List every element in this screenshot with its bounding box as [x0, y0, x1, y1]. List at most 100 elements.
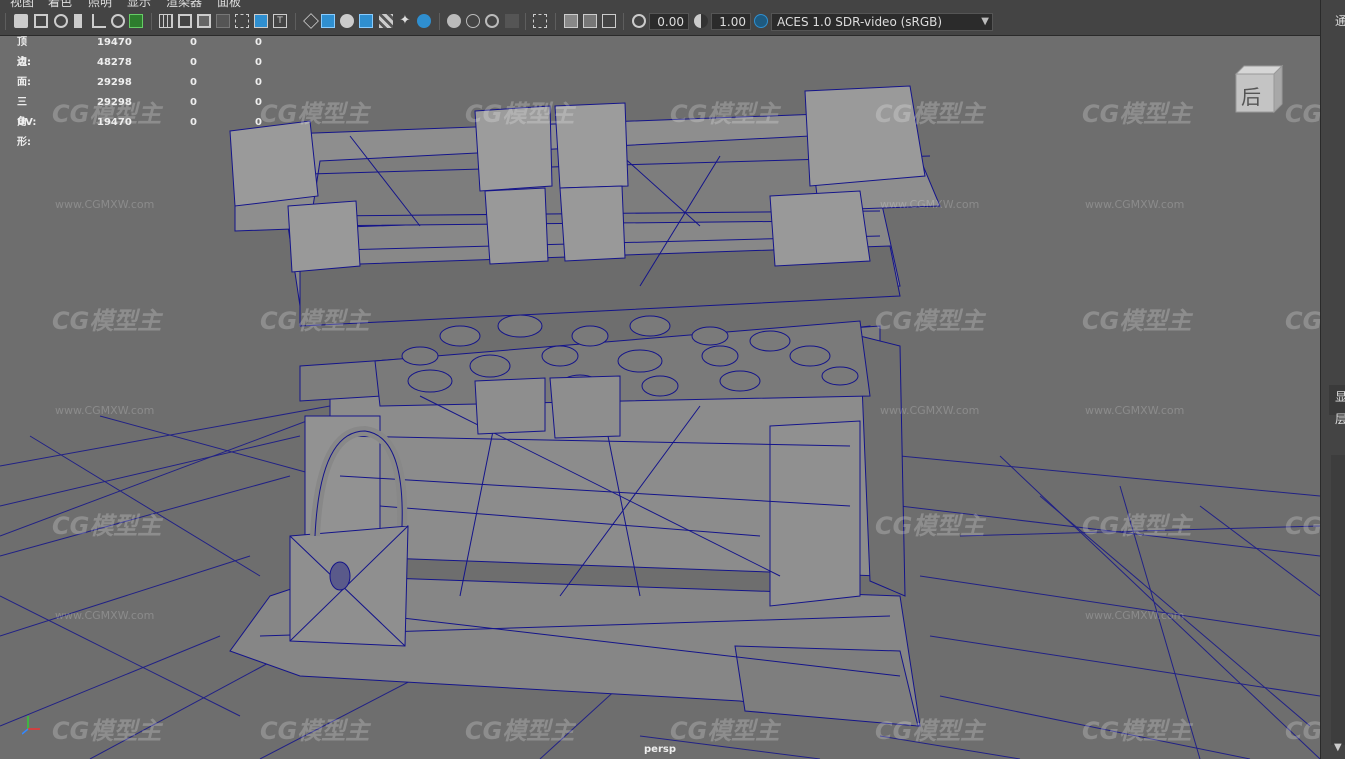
hud-value: 0 [255, 57, 262, 68]
dock-label[interactable]: 层 [1335, 410, 1345, 427]
safe-action-icon[interactable] [254, 14, 268, 28]
camera-attributes-icon[interactable] [34, 14, 48, 28]
screen-space-ao-icon[interactable] [447, 14, 461, 28]
xray-joints-icon[interactable] [602, 14, 616, 28]
watermark-logo: CG模型主 [670, 100, 780, 128]
watermark-logo: CG模型主 [1285, 307, 1320, 335]
view-cube[interactable]: 后 [1230, 64, 1284, 118]
safe-title-icon[interactable]: T [273, 14, 287, 28]
film-gate-icon[interactable] [178, 14, 192, 28]
textured-icon[interactable] [379, 14, 393, 28]
menu-shading[interactable]: 着色 [48, 0, 72, 8]
hud-value: 29298 [97, 97, 132, 108]
hud-value: 19470 [97, 37, 132, 48]
color-space-dropdown[interactable]: ACES 1.0 SDR-video (sRGB) ▼ [771, 13, 993, 31]
watermark-logo: CG模型主 [260, 717, 370, 745]
hud-label: 面: [17, 77, 31, 88]
separator [623, 13, 624, 30]
gamma-icon[interactable] [694, 14, 708, 28]
separator [555, 13, 556, 30]
xray-active-icon[interactable] [583, 14, 597, 28]
watermark-url: www.CGMXW.com [1085, 404, 1185, 417]
watermark-logo: CG模型主 [1285, 100, 1320, 128]
watermark-logo: CG模型主 [875, 100, 985, 128]
hud-label: 边: [17, 57, 31, 68]
menu-show[interactable]: 显示 [127, 0, 151, 8]
hud-label: UV: [17, 117, 37, 128]
watermark-logo: CG模型主 [1082, 717, 1192, 745]
resolution-gate-icon[interactable] [197, 14, 211, 28]
exposure-field[interactable]: 0.00 [649, 13, 689, 30]
axis-gizmo-icon [22, 716, 40, 735]
watermark-logo: CG模型主 [1082, 512, 1192, 540]
menu-lighting[interactable]: 照明 [88, 0, 112, 8]
menu-panels[interactable]: 面板 [217, 0, 241, 8]
hud-value: 0 [190, 77, 197, 88]
grease-pencil-icon[interactable] [129, 14, 143, 28]
watermark-logo: CG模型主 [875, 512, 985, 540]
separator [295, 13, 296, 30]
image-plane-icon[interactable] [92, 14, 106, 28]
persp-viewport[interactable]: CG模型主 CG模型主 CG模型主 CG模型主 CG模型主 CG模型主 CG模型… [0, 36, 1320, 759]
watermark-logo: CG模型主 [52, 717, 162, 745]
vertical-scrollbar[interactable] [1331, 455, 1345, 745]
separator [439, 13, 440, 30]
two-d-pan-icon[interactable] [111, 14, 125, 28]
gamma-field[interactable]: 1.00 [711, 13, 751, 30]
watermark-logo: CG模型主 [1285, 512, 1320, 540]
watermark-url: www.CGMXW.com [880, 404, 980, 417]
wireframe-icon[interactable] [303, 13, 319, 29]
menu-renderer[interactable]: 渲染器 [166, 0, 202, 8]
smooth-shade-icon[interactable] [321, 14, 335, 28]
watermark-logo: CG模型主 [465, 717, 575, 745]
view-transform-icon[interactable] [754, 14, 768, 28]
camera-select-icon[interactable] [14, 14, 28, 28]
hud-value: 0 [190, 57, 197, 68]
dock-label[interactable]: 通 [1335, 12, 1345, 29]
watermark-logo: CG模型主 [1082, 100, 1192, 128]
depth-of-field-icon[interactable] [505, 14, 519, 28]
wireframe-on-shaded-icon[interactable] [359, 14, 373, 28]
menu-view[interactable]: 视图 [10, 0, 34, 8]
watermark-url: www.CGMXW.com [1085, 609, 1185, 622]
watermark-logo: CG模型主 [1285, 717, 1320, 745]
camera-name-label: persp [644, 744, 676, 755]
separator [151, 13, 152, 30]
gate-mask-icon[interactable] [216, 14, 230, 28]
hud-value: 0 [255, 97, 262, 108]
chevron-down-icon: ▼ [981, 16, 989, 27]
lights-icon[interactable]: ✦ [398, 14, 412, 28]
multisample-aa-icon[interactable] [485, 14, 499, 28]
separator [5, 13, 6, 30]
watermark-logo: CG模型主 [52, 512, 162, 540]
view-cube-face-label: 后 [1241, 85, 1261, 109]
field-chart-icon[interactable] [235, 14, 249, 28]
grid-icon[interactable] [159, 14, 173, 28]
default-material-icon[interactable] [340, 14, 354, 28]
watermark-logo: CG模型主 [465, 100, 575, 128]
watermark-url: www.CGMXW.com [55, 404, 155, 417]
hud-value: 29298 [97, 77, 132, 88]
xray-icon[interactable] [564, 14, 578, 28]
watermark-url: www.CGMXW.com [880, 198, 980, 211]
menu-bar: 视图 着色 照明 显示 渲染器 面板 [0, 0, 1320, 8]
watermark-logo: CG模型主 [875, 307, 985, 335]
exposure-icon[interactable] [632, 14, 646, 28]
scroll-down-icon[interactable]: ▼ [1334, 742, 1342, 753]
hud-value: 0 [255, 77, 262, 88]
hud-value: 0 [255, 117, 262, 128]
shadows-icon[interactable] [417, 14, 431, 28]
hud-value: 0 [255, 37, 262, 48]
bookmarks-icon[interactable] [54, 14, 68, 28]
hud-value: 0 [190, 117, 197, 128]
hud-value: 0 [190, 97, 197, 108]
hud-value: 19470 [97, 117, 132, 128]
bookmark-icon[interactable] [74, 14, 82, 28]
watermark-url: www.CGMXW.com [55, 198, 155, 211]
watermark-logo: CG模型主 [875, 717, 985, 745]
separator [525, 13, 526, 30]
dock-label[interactable]: 显 [1335, 388, 1345, 405]
motion-blur-icon[interactable] [466, 14, 480, 28]
watermark-url: www.CGMXW.com [55, 609, 155, 622]
isolate-select-icon[interactable] [533, 14, 547, 28]
